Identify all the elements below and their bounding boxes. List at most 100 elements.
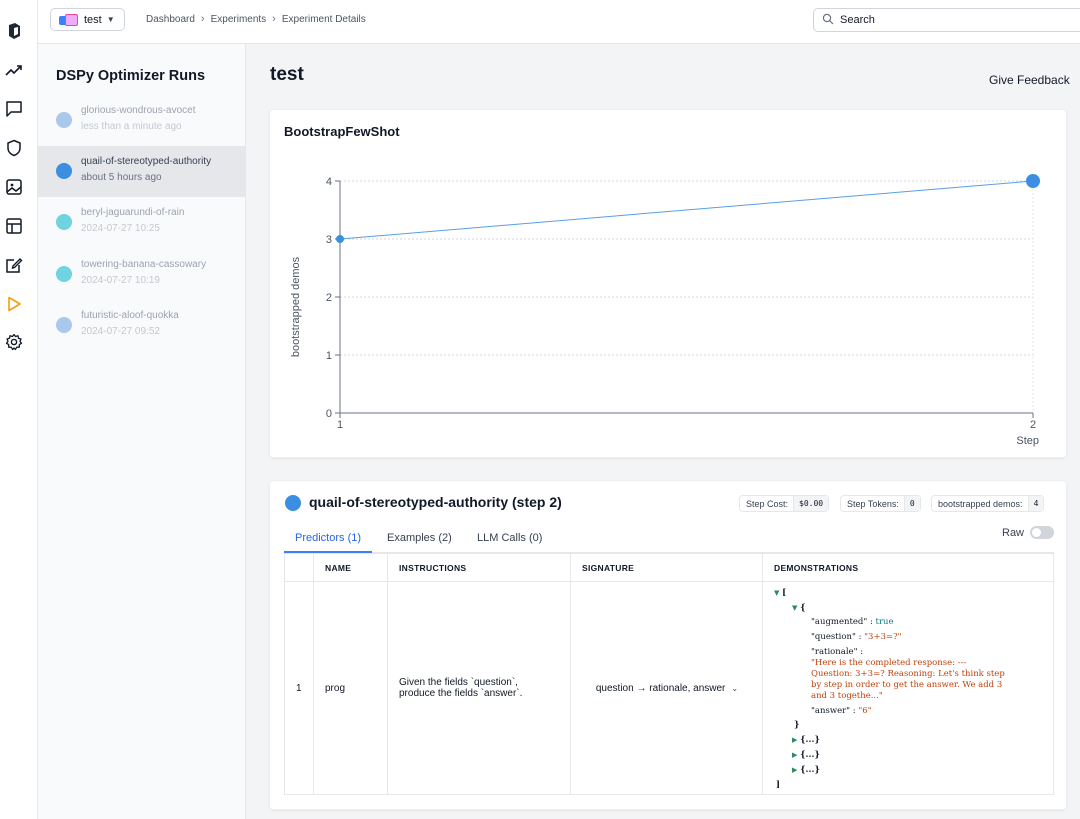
run-item[interactable]: beryl-jaguarundi-of-rain 2024-07-27 10:2… xyxy=(38,197,246,248)
run-item[interactable]: towering-banana-cassowary 2024-07-27 10:… xyxy=(38,249,246,300)
run-item[interactable]: futuristic-aloof-quokka 2024-07-27 09:52 xyxy=(38,300,246,351)
x-axis-label: Step xyxy=(1016,435,1039,447)
json-value: true xyxy=(875,617,894,627)
y-tick-label: 0 xyxy=(326,408,332,420)
json-value: "6" xyxy=(858,706,872,716)
edit-icon[interactable] xyxy=(5,256,23,274)
json-bracket: ] xyxy=(776,780,781,790)
col-signature-header: SIGNATURE xyxy=(570,553,763,582)
instructions-line: Given the fields `question`, xyxy=(399,677,518,688)
series-line xyxy=(339,180,1034,240)
search-icon xyxy=(822,13,834,28)
breadcrumb-dashboard[interactable]: Dashboard xyxy=(146,14,195,25)
y-tick-label: 1 xyxy=(326,350,332,362)
tab-predictors[interactable]: Predictors (1) xyxy=(284,532,373,553)
stat-label: Step Cost: xyxy=(746,498,789,509)
stat-label: Step Tokens: xyxy=(847,498,899,509)
stat-value: 4 xyxy=(1027,496,1044,511)
project-name: test xyxy=(84,13,102,26)
run-time: 2024-07-27 10:19 xyxy=(81,275,160,286)
expand-triangle-icon[interactable]: ▶ xyxy=(792,751,797,759)
json-collapsed[interactable]: {...} xyxy=(800,735,820,745)
run-time: less than a minute ago xyxy=(81,121,182,132)
run-time: about 5 hours ago xyxy=(81,172,162,183)
stat-value: 0 xyxy=(903,496,920,511)
runs-title: DSPy Optimizer Runs xyxy=(56,68,206,84)
breadcrumb-separator-icon: › xyxy=(272,13,276,25)
run-name: futuristic-aloof-quokka xyxy=(81,310,179,321)
run-color-dot xyxy=(56,214,72,230)
run-name: quail-of-stereotyped-authority xyxy=(81,156,212,167)
json-colon: : xyxy=(860,647,864,657)
trending-icon[interactable] xyxy=(5,62,23,80)
row-demonstrations: ▼ [ ▼ { "augmented" : true "question" : … xyxy=(762,581,1054,795)
bootstrapped-demos-badge: bootstrapped demos: 4 xyxy=(931,495,1045,512)
breadcrumb-experiment-details: Experiment Details xyxy=(281,13,366,25)
run-color-dot xyxy=(56,266,72,282)
run-color-dot xyxy=(56,317,72,333)
tab-llm-calls[interactable]: LLM Calls (0) xyxy=(477,532,542,553)
json-string-line: and 3 togethe..." xyxy=(811,691,883,701)
project-logo-icon xyxy=(59,13,79,26)
json-collapsed[interactable]: {...} xyxy=(800,750,820,760)
shield-icon[interactable] xyxy=(5,139,23,157)
json-key: "question" xyxy=(811,632,856,642)
json-value: "3+3=?" xyxy=(864,632,902,642)
run-color-dot xyxy=(56,163,72,179)
search-input[interactable]: Search xyxy=(813,8,1080,32)
json-collapsed[interactable]: {...} xyxy=(800,765,820,775)
top-bar: test ▼ Dashboard › Experiments › Experim… xyxy=(38,0,1080,44)
signature-text: question → rationale, answer xyxy=(595,682,726,694)
x-tick-label: 1 xyxy=(337,419,343,431)
expand-triangle-icon[interactable]: ▶ xyxy=(792,736,797,744)
json-key: "rationale" xyxy=(811,647,858,657)
json-bracket: [ xyxy=(782,588,787,598)
collapse-triangle-icon[interactable]: ▼ xyxy=(792,604,797,612)
run-item[interactable]: quail-of-stereotyped-authority about 5 h… xyxy=(38,146,246,197)
row-index: 1 xyxy=(284,581,314,795)
step-title: quail-of-stereotyped-authority (step 2) xyxy=(309,494,562,510)
json-colon: : xyxy=(869,617,873,627)
breadcrumb-experiments[interactable]: Experiments xyxy=(211,14,267,25)
table-icon[interactable] xyxy=(5,217,23,235)
step-tabs: Predictors (1) Examples (2) LLM Calls (0… xyxy=(284,527,1054,553)
y-axis-label: bootstrapped demos xyxy=(290,256,302,357)
run-time: 2024-07-27 10:25 xyxy=(81,223,160,234)
expand-triangle-icon[interactable]: ▶ xyxy=(792,766,797,774)
run-item[interactable]: glorious-wondrous-avocet less than a min… xyxy=(38,95,246,146)
row-name: prog xyxy=(313,581,388,795)
breadcrumb: Dashboard › Experiments › Experiment Det… xyxy=(146,13,366,25)
json-colon: : xyxy=(858,632,862,642)
chart-title: BootstrapFewShot xyxy=(284,124,400,139)
step-cost-badge: Step Cost: $0.00 xyxy=(739,495,830,512)
page-title: test xyxy=(270,64,304,85)
chat-icon[interactable] xyxy=(5,100,23,118)
settings-icon[interactable] xyxy=(5,333,23,351)
line-chart: 012341 2Stepbootstrapped demos xyxy=(290,174,1040,447)
play-icon[interactable] xyxy=(5,295,23,313)
json-key: "augmented" xyxy=(811,617,868,627)
runs-sidebar: DSPy Optimizer Runs glorious-wondrous-av… xyxy=(38,44,246,819)
chevron-down-icon[interactable]: ⌄ xyxy=(731,684,738,693)
collapse-triangle-icon[interactable]: ▼ xyxy=(774,589,779,597)
table-header-row: NAME INSTRUCTIONS SIGNATURE DEMONSTRATIO… xyxy=(284,553,1054,582)
step-card: quail-of-stereotyped-authority (step 2) … xyxy=(269,480,1067,810)
nav-rail xyxy=(0,0,38,819)
project-selector[interactable]: test ▼ xyxy=(50,8,125,31)
run-name: beryl-jaguarundi-of-rain xyxy=(81,207,185,218)
json-key: "answer" xyxy=(811,706,851,716)
tab-examples[interactable]: Examples (2) xyxy=(387,532,452,553)
y-tick-label: 2 xyxy=(326,292,332,304)
image-icon[interactable] xyxy=(5,178,23,196)
step-color-dot xyxy=(285,495,301,511)
app-logo-icon[interactable] xyxy=(5,22,23,40)
json-colon: : xyxy=(852,706,856,716)
stat-value: $0.00 xyxy=(793,496,829,511)
col-demonstrations-header: DEMONSTRATIONS xyxy=(762,553,1054,582)
run-color-dot xyxy=(56,112,72,128)
give-feedback-link[interactable]: Give Feedback xyxy=(989,73,1070,87)
y-tick-label: 3 xyxy=(326,234,332,246)
json-string-line: by step in order to get the answer. We a… xyxy=(811,680,1003,690)
predictors-table: NAME INSTRUCTIONS SIGNATURE DEMONSTRATIO… xyxy=(284,553,1054,795)
row-signature[interactable]: question → rationale, answer ⌄ xyxy=(570,581,763,795)
